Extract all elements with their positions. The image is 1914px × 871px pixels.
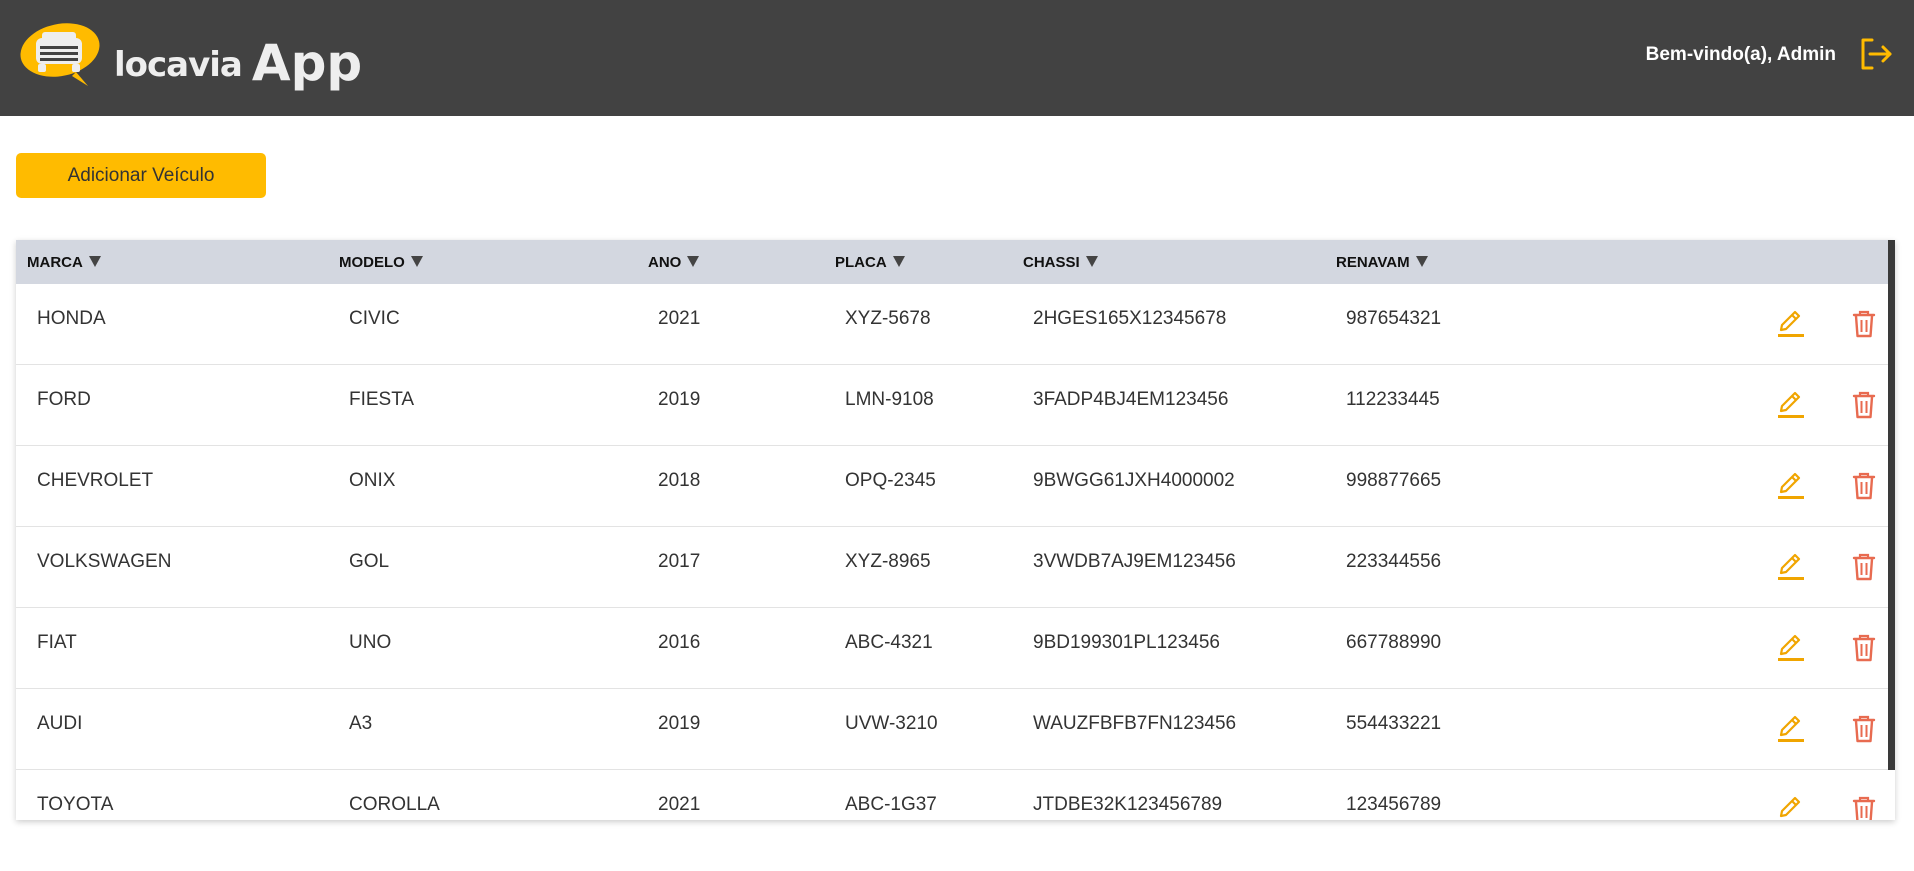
cell-modelo: FIESTA [349, 389, 415, 410]
column-header-label: RENAVAM [1336, 254, 1410, 271]
column-header-renavam[interactable]: RENAVAM [1336, 254, 1428, 271]
table-row: VOLKSWAGEN GOL 2017 XYZ-8965 3VWDB7AJ9EM1234… [16, 527, 1888, 608]
cell-marca: AUDI [37, 713, 83, 734]
cell-renavam: 987654321 [1346, 308, 1442, 329]
car-logo-icon [20, 23, 100, 86]
column-header-label: ANO [648, 254, 682, 271]
vehicles-table: MARCA MODELO ANO PLACA CHASSI RENAVAM HONDA CI… [16, 240, 1895, 820]
cell-renavam: 112233445 [1346, 389, 1440, 410]
column-header-ano[interactable]: ANO [648, 254, 700, 271]
cell-modelo: UNO [349, 632, 392, 653]
sort-down-icon [410, 256, 423, 267]
table-row: FORD FIESTA 2019 LMN-9108 3FADP4BJ4EM123456 1… [16, 365, 1888, 446]
cell-ano: 2016 [658, 632, 701, 653]
app-logo [18, 20, 104, 88]
sort-down-icon [1415, 256, 1428, 267]
cell-chassi: 9BWGG61JXH4000002 [1033, 470, 1235, 491]
sort-down-icon [892, 256, 905, 267]
cell-marca: HONDA [37, 308, 106, 329]
cell-ano: 2018 [658, 470, 701, 491]
cell-renavam: 998877665 [1346, 470, 1442, 491]
column-header-modelo[interactable]: MODELO [339, 254, 423, 271]
cell-renavam: 667788990 [1346, 632, 1442, 653]
cell-marca: TOYOTA [37, 794, 114, 815]
cell-marca: CHEVROLET [37, 470, 154, 491]
cell-ano: 2019 [658, 389, 701, 410]
table-scrollbar[interactable] [1888, 240, 1895, 770]
cell-modelo: ONIX [349, 470, 396, 491]
cell-chassi: 2HGES165X12345678 [1033, 308, 1227, 329]
brand-word: locavia [114, 45, 243, 85]
cell-renavam: 123456789 [1346, 794, 1442, 815]
cell-chassi: 3VWDB7AJ9EM123456 [1033, 551, 1236, 572]
trash-icon[interactable] [1850, 551, 1878, 583]
trash-icon[interactable] [1850, 632, 1878, 664]
cell-placa: LMN-9108 [845, 389, 934, 410]
brand-name: locavia App [114, 30, 362, 92]
logout-icon[interactable] [1858, 36, 1894, 72]
cell-placa: XYZ-5678 [845, 308, 931, 329]
cell-renavam: 554433221 [1346, 713, 1442, 734]
table-row: AUDI A3 2019 UVW-3210 WAUZFBFB7FN123456 55443… [16, 689, 1888, 770]
column-header-label: MARCA [27, 254, 83, 271]
trash-icon[interactable] [1850, 308, 1878, 340]
cell-ano: 2017 [658, 551, 701, 572]
welcome-message: Bem-vindo(a), Admin [1645, 44, 1836, 65]
cell-placa: ABC-1G37 [845, 794, 937, 815]
table-row: TOYOTA COROLLA 2021 ABC-1G37 JTDBE32K1234567… [16, 770, 1888, 820]
pencil-icon[interactable] [1774, 308, 1806, 340]
cell-placa: XYZ-8965 [845, 551, 931, 572]
pencil-icon[interactable] [1774, 632, 1806, 664]
cell-placa: OPQ-2345 [845, 470, 936, 491]
table-row: CHEVROLET ONIX 2018 OPQ-2345 9BWGG61JXH40000… [16, 446, 1888, 527]
column-header-marca[interactable]: MARCA [27, 254, 101, 271]
trash-icon[interactable] [1850, 470, 1878, 502]
pencil-icon[interactable] [1774, 713, 1806, 745]
column-header-label: MODELO [339, 254, 405, 271]
table-row: HONDA CIVIC 2021 XYZ-5678 2HGES165X12345678 9… [16, 284, 1888, 365]
trash-icon[interactable] [1850, 794, 1878, 820]
cell-ano: 2021 [658, 308, 701, 329]
cell-chassi: 3FADP4BJ4EM123456 [1033, 389, 1229, 410]
top-bar: locavia App Bem-vindo(a), Admin [0, 0, 1914, 116]
pencil-icon[interactable] [1774, 389, 1806, 421]
trash-icon[interactable] [1850, 389, 1878, 421]
pencil-icon[interactable] [1774, 470, 1806, 502]
add-vehicle-button[interactable]: Adicionar Veículo [16, 153, 266, 198]
brand-suffix: App [251, 34, 363, 92]
cell-chassi: 9BD199301PL123456 [1033, 632, 1221, 653]
column-header-chassi[interactable]: CHASSI [1023, 254, 1098, 271]
table-row: FIAT UNO 2016 ABC-4321 9BD199301PL123456 6677… [16, 608, 1888, 689]
sort-down-icon [88, 256, 101, 267]
cell-placa: UVW-3210 [845, 713, 938, 734]
table-header: MARCA MODELO ANO PLACA CHASSI RENAVAM [16, 240, 1888, 284]
sort-down-icon [1085, 256, 1098, 267]
pencil-icon[interactable] [1774, 551, 1806, 583]
column-header-placa[interactable]: PLACA [835, 254, 905, 271]
pencil-icon[interactable] [1774, 794, 1806, 820]
cell-marca: FORD [37, 389, 91, 410]
column-header-label: PLACA [835, 254, 887, 271]
cell-modelo: CIVIC [349, 308, 400, 329]
column-header-label: CHASSI [1023, 254, 1080, 271]
cell-ano: 2019 [658, 713, 701, 734]
cell-modelo: COROLLA [349, 794, 440, 815]
cell-chassi: WAUZFBFB7FN123456 [1033, 713, 1237, 734]
cell-modelo: A3 [349, 713, 373, 734]
trash-icon[interactable] [1850, 713, 1878, 745]
cell-modelo: GOL [349, 551, 390, 572]
cell-chassi: JTDBE32K123456789 [1033, 794, 1223, 815]
sort-down-icon [687, 256, 700, 267]
cell-placa: ABC-4321 [845, 632, 933, 653]
cell-marca: FIAT [37, 632, 77, 653]
cell-renavam: 223344556 [1346, 551, 1442, 572]
cell-ano: 2021 [658, 794, 701, 815]
cell-marca: VOLKSWAGEN [37, 551, 172, 572]
